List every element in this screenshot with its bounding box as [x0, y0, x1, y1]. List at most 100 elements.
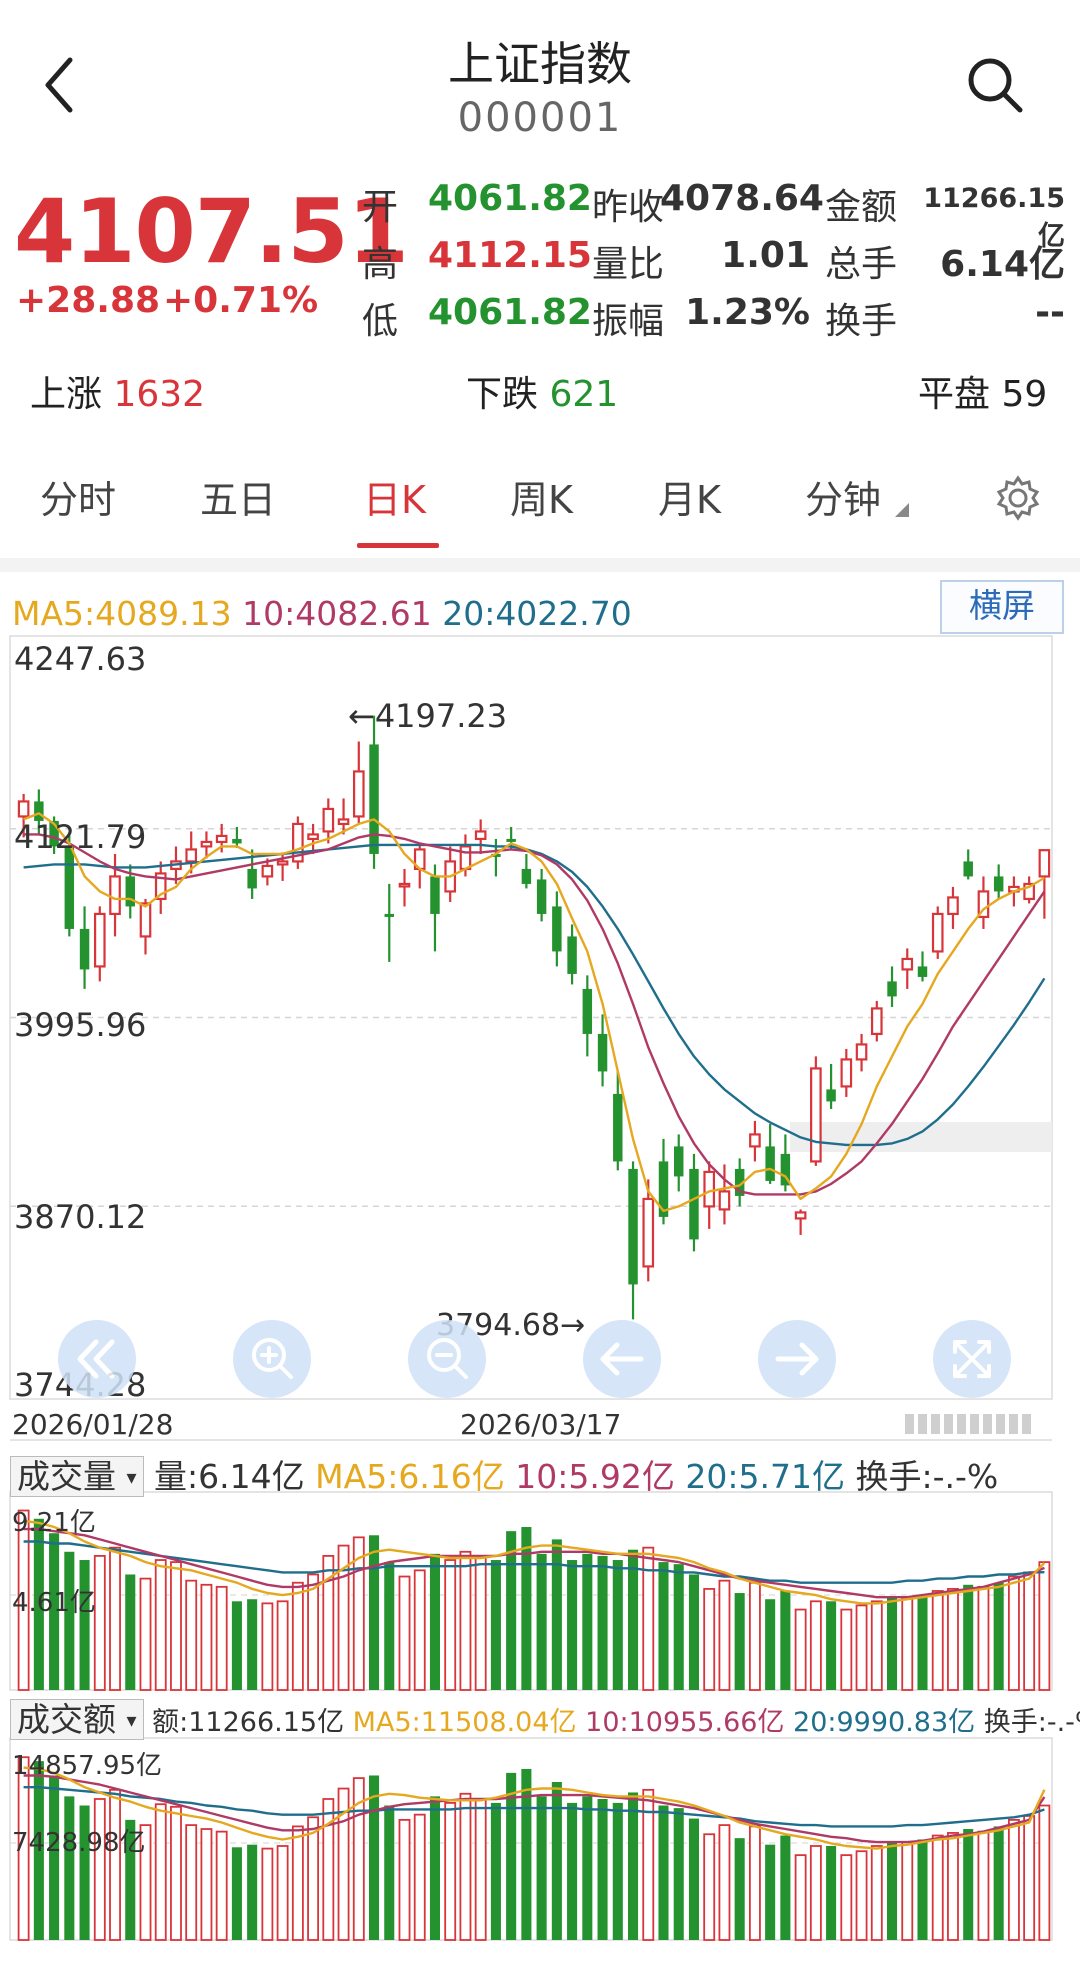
volume-legend: 成交量 ▾ 量:6.14亿 MA5:6.16亿 10:5.92亿 20:5.71… [10, 1450, 998, 1498]
amount-bar-down [429, 1796, 440, 1940]
zoom-in-icon [252, 1338, 293, 1379]
volume-bar-up [398, 1575, 411, 1691]
volume-bar-down [658, 1562, 669, 1690]
amount-bar-up [459, 1792, 472, 1941]
pan-right-button[interactable] [758, 1320, 836, 1398]
candle-body-up [185, 848, 198, 863]
candle-body-up [307, 833, 319, 841]
candle-body-down [582, 988, 593, 1034]
amount-bar-down [688, 1818, 699, 1940]
volume-bar-down [734, 1593, 745, 1690]
candle-body-up [840, 1058, 853, 1088]
candle-body-down [64, 846, 75, 929]
amount-bar-up [931, 1834, 944, 1941]
scrollbar-tick [1009, 1414, 1018, 1434]
amount-bar-up [276, 1845, 289, 1941]
volume-bar-up [139, 1577, 152, 1691]
amount-bar-down [597, 1798, 608, 1940]
candle-body-down [887, 981, 897, 997]
candle-body-down [369, 744, 379, 854]
candle-body-down [521, 868, 532, 884]
amount-ma10: 10:10955.66亿 [585, 1707, 785, 1738]
volume-bar-down [765, 1599, 776, 1690]
candle-body-up [322, 807, 335, 833]
amount-selector[interactable]: 成交额 ▾ [10, 1699, 144, 1740]
amount-bar-up [200, 1828, 213, 1941]
y-tick-2: 4121.79 [14, 818, 147, 856]
volume-bar-down [963, 1584, 974, 1690]
amount-bar-up [703, 1833, 716, 1941]
amount-ma5: MA5:11508.04亿 [352, 1707, 577, 1738]
rewind-button[interactable] [58, 1320, 136, 1398]
volume-bar-up [1023, 1571, 1036, 1691]
zoom-in-button[interactable] [233, 1320, 311, 1398]
volume-bar-down [597, 1555, 608, 1690]
candle-body-up [17, 800, 30, 818]
volume-bar-down [688, 1574, 699, 1690]
amount-legend: 成交额 ▾ 额:11266.15亿 MA5:11508.04亿 10:10955… [10, 1693, 1080, 1741]
candle-body-up [1038, 849, 1051, 878]
kline-chart[interactable] [0, 0, 1080, 1964]
amount-bar-down [628, 1792, 639, 1940]
volume-bar-down [231, 1601, 242, 1690]
candle-body-down [567, 936, 577, 974]
amount-bar-down [673, 1808, 684, 1940]
volume-bar-up [276, 1600, 289, 1691]
amount-bar-up [977, 1830, 990, 1941]
scrollbar-tick [957, 1414, 966, 1434]
volume-bar-up [901, 1596, 914, 1691]
scrollbar-tick [918, 1414, 927, 1434]
amount-turnover: 换手:-.-% [983, 1707, 1080, 1738]
candle-body-down [597, 1033, 608, 1072]
amount-bar-down [582, 1796, 593, 1940]
candle-body-down [536, 879, 547, 914]
amount-y-mid: 7428.98亿 [12, 1828, 146, 1858]
candle-body-up [459, 845, 472, 871]
volume-bar-down [887, 1597, 898, 1690]
volume-bar-down [993, 1582, 1004, 1690]
volume-bar-down [628, 1549, 639, 1690]
fullscreen-button[interactable] [933, 1320, 1011, 1398]
volume-bar-up [291, 1581, 304, 1691]
volume-bar-up [870, 1600, 883, 1691]
left-arrow-icon [600, 1342, 644, 1376]
candle-body-up [901, 957, 914, 971]
candle-body-down [79, 928, 90, 970]
candle-body-down [125, 876, 135, 907]
y-tick-1: 4247.63 [14, 640, 147, 678]
volume-ma10: 10:5.92亿 [515, 1457, 675, 1496]
amount-bar-up [413, 1813, 426, 1941]
candle-body-down [628, 1168, 638, 1285]
pan-left-button[interactable] [583, 1320, 661, 1398]
y-tick-4: 3870.12 [14, 1198, 147, 1236]
dropdown-icon: ▾ [126, 1465, 137, 1489]
amount-bar-up [398, 1818, 411, 1941]
amount-bar-up [474, 1798, 487, 1941]
volume-bar-down [536, 1553, 547, 1690]
scrollbar-tick [970, 1414, 979, 1434]
candle-body-down [552, 906, 562, 952]
high-annotation: ←4197.23 [348, 697, 508, 735]
amount-bar-up [307, 1816, 320, 1941]
amount-bar-down [612, 1802, 623, 1940]
scrollbar-tick [1022, 1414, 1031, 1434]
zoom-out-button[interactable] [408, 1320, 486, 1398]
volume-bar-up [185, 1579, 198, 1691]
volume-ma5: MA5:6.16亿 [315, 1457, 505, 1496]
candle-body-up [931, 912, 944, 953]
volume-selector[interactable]: 成交量 ▾ [10, 1456, 144, 1497]
volume-bar-up [215, 1585, 228, 1691]
volume-ma20: 20:5.71亿 [685, 1457, 845, 1496]
candle-body-up [215, 834, 228, 844]
amount-bar-up [809, 1845, 822, 1941]
range-highlight [790, 1122, 1052, 1152]
candle-body-up [794, 1211, 807, 1220]
amount-bar-down [734, 1838, 745, 1940]
candle-body-up [93, 912, 106, 968]
scrollbar-tick [931, 1414, 940, 1434]
x-tick-1: 2026/01/28 [12, 1408, 174, 1441]
volume-bar-up [459, 1550, 472, 1691]
amount-bar-down [963, 1829, 974, 1940]
amount-bar-down [384, 1805, 395, 1940]
candle-body-up [855, 1043, 868, 1061]
